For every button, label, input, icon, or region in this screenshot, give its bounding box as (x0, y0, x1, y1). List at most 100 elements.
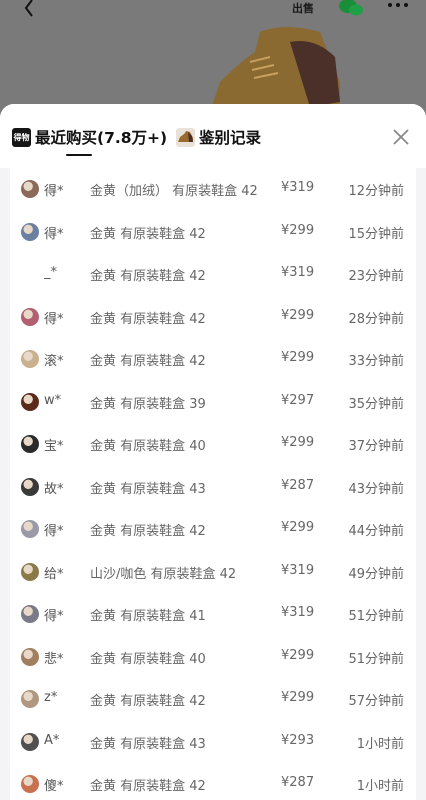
back-arrow-icon[interactable] (14, 0, 44, 20)
buyer-name: 滚* (44, 354, 64, 369)
buyer-name: 悲* (44, 651, 64, 667)
buyer-name: 故* (44, 481, 64, 497)
buyer-name: 傻* (44, 779, 64, 794)
avatar (21, 775, 39, 793)
product-spec: 金黄 有原装鞋盒 42 (90, 354, 206, 369)
product-spec: 金黄（加绒） 有原装鞋盒 42 (90, 184, 258, 199)
background-product-page: 出售 (0, 0, 426, 120)
buyer-name: z* (44, 690, 58, 705)
buyer-name: 得* (44, 524, 64, 539)
purchase-time: 23分钟前 (348, 269, 404, 284)
price: ¥299 (281, 520, 315, 535)
recent-purchases-sheet: 得物 最近购买(7.8万+) 鉴别记录 得* 金黄（加绒） 有原装鞋盒 42 ¥31… (0, 104, 426, 800)
list-item[interactable]: 故* 金黄 有原装鞋盒 43 ¥287 43分钟前 (10, 466, 416, 509)
avatar (21, 435, 39, 453)
list-item[interactable]: A* 金黄 有原装鞋盒 43 ¥293 1小时前 (10, 721, 416, 764)
purchase-time: 15分钟前 (348, 226, 404, 242)
list-item[interactable]: w* 金黄 有原装鞋盒 39 ¥297 35分钟前 (10, 381, 416, 424)
product-spec: 金黄 有原装鞋盒 40 (90, 651, 206, 667)
price: ¥297 (281, 392, 315, 408)
tab-authentication-records[interactable]: 鉴别记录 (176, 122, 261, 152)
purchase-time: 43分钟前 (348, 481, 404, 497)
purchase-time: 12分钟前 (348, 184, 404, 199)
buyer-name: w* (44, 392, 62, 408)
product-spec: 山沙/咖色 有原装鞋盒 42 (90, 566, 237, 582)
list-item[interactable]: 得* 金黄 有原装鞋盒 42 ¥299 28分钟前 (10, 296, 416, 339)
price: ¥299 (281, 690, 315, 705)
list-item[interactable]: _* 金黄 有原装鞋盒 42 ¥319 23分钟前 (10, 253, 416, 296)
sheet-header: 得物 最近购买(7.8万+) 鉴别记录 (0, 104, 426, 168)
price: ¥299 (281, 647, 315, 663)
buyer-name: 得* (44, 184, 64, 199)
list-item[interactable]: 得* 金黄（加绒） 有原装鞋盒 42 ¥319 12分钟前 (10, 168, 416, 211)
product-spec: 金黄 有原装鞋盒 43 (90, 736, 206, 752)
price: ¥293 (281, 732, 315, 748)
avatar (21, 562, 39, 581)
price: ¥319 (281, 605, 315, 620)
purchase-time: 1小时前 (356, 736, 404, 752)
close-icon[interactable] (388, 124, 414, 150)
buyer-name: 宝* (44, 439, 64, 454)
product-spec: 金黄 有原装鞋盒 39 (90, 396, 206, 412)
price: ¥299 (281, 307, 315, 323)
product-spec: 金黄 有原装鞋盒 42 (90, 779, 206, 794)
purchase-time: 28分钟前 (348, 311, 404, 327)
purchase-time: 57分钟前 (348, 694, 404, 709)
product-spec: 金黄 有原装鞋盒 43 (90, 481, 206, 497)
purchase-time: 51分钟前 (348, 651, 404, 667)
avatar (21, 520, 39, 538)
shoe-thumbnail-icon (176, 127, 195, 147)
wechat-icon[interactable] (338, 0, 364, 16)
dewu-logo-icon: 得物 (12, 127, 31, 147)
list-item[interactable]: 得* 金黄 有原装鞋盒 42 ¥299 44分钟前 (10, 508, 416, 551)
purchase-list[interactable]: 得* 金黄（加绒） 有原装鞋盒 42 ¥319 12分钟前 得* 金黄 有原装鞋盒 42 ¥… (10, 168, 416, 800)
active-tab-indicator (66, 154, 92, 156)
list-item[interactable]: 滚* 金黄 有原装鞋盒 42 ¥299 33分钟前 (10, 338, 416, 381)
avatar (21, 690, 39, 708)
purchase-time: 35分钟前 (348, 396, 404, 412)
avatar (21, 307, 39, 326)
list-item[interactable]: 傻* 金黄 有原装鞋盒 42 ¥287 1小时前 (10, 763, 416, 800)
sell-label[interactable]: 出售 (292, 0, 316, 20)
price: ¥287 (281, 477, 315, 493)
product-spec: 金黄 有原装鞋盒 42 (90, 269, 206, 284)
price: ¥299 (281, 435, 315, 450)
buyer-name: 得* (44, 609, 64, 624)
purchase-time: 44分钟前 (348, 524, 404, 539)
product-spec: 金黄 有原装鞋盒 42 (90, 226, 206, 242)
purchase-time: 33分钟前 (348, 354, 404, 369)
list-item[interactable]: 给* 山沙/咖色 有原装鞋盒 42 ¥319 49分钟前 (10, 551, 416, 594)
tab-authentication-records-label: 鉴别记录 (199, 129, 262, 147)
list-item[interactable]: 得* 金黄 有原装鞋盒 41 ¥319 51分钟前 (10, 593, 416, 636)
product-spec: 金黄 有原装鞋盒 42 (90, 311, 206, 327)
list-item[interactable]: 宝* 金黄 有原装鞋盒 40 ¥299 37分钟前 (10, 423, 416, 466)
list-item[interactable]: 得* 金黄 有原装鞋盒 42 ¥299 15分钟前 (10, 211, 416, 254)
product-shoe-image (210, 27, 340, 112)
avatar (21, 350, 39, 368)
tab-recent-purchases-label: 最近购买(7.8万+) (35, 129, 168, 147)
avatar (21, 392, 39, 411)
buyer-name: 给* (44, 566, 64, 582)
list-item[interactable]: z* 金黄 有原装鞋盒 42 ¥299 57分钟前 (10, 678, 416, 721)
list-item[interactable]: 悲* 金黄 有原装鞋盒 40 ¥299 51分钟前 (10, 636, 416, 679)
price: ¥299 (281, 350, 315, 365)
price: ¥319 (281, 562, 315, 578)
price: ¥319 (281, 180, 315, 195)
avatar (21, 732, 39, 751)
purchase-time: 51分钟前 (348, 609, 404, 624)
buyer-name: 得* (44, 311, 64, 327)
buyer-name: A* (44, 732, 60, 748)
buyer-name: 得* (44, 226, 64, 242)
avatar (21, 477, 39, 496)
avatar (21, 180, 39, 198)
avatar (21, 647, 39, 666)
more-icon[interactable] (386, 0, 410, 14)
tab-recent-purchases[interactable]: 得物 最近购买(7.8万+) (12, 122, 167, 152)
product-spec: 金黄 有原装鞋盒 41 (90, 609, 206, 624)
avatar (21, 222, 39, 241)
purchase-time: 37分钟前 (348, 439, 404, 454)
avatar (21, 265, 39, 283)
purchase-time: 49分钟前 (348, 566, 404, 582)
price: ¥299 (281, 222, 315, 238)
avatar (21, 605, 39, 623)
